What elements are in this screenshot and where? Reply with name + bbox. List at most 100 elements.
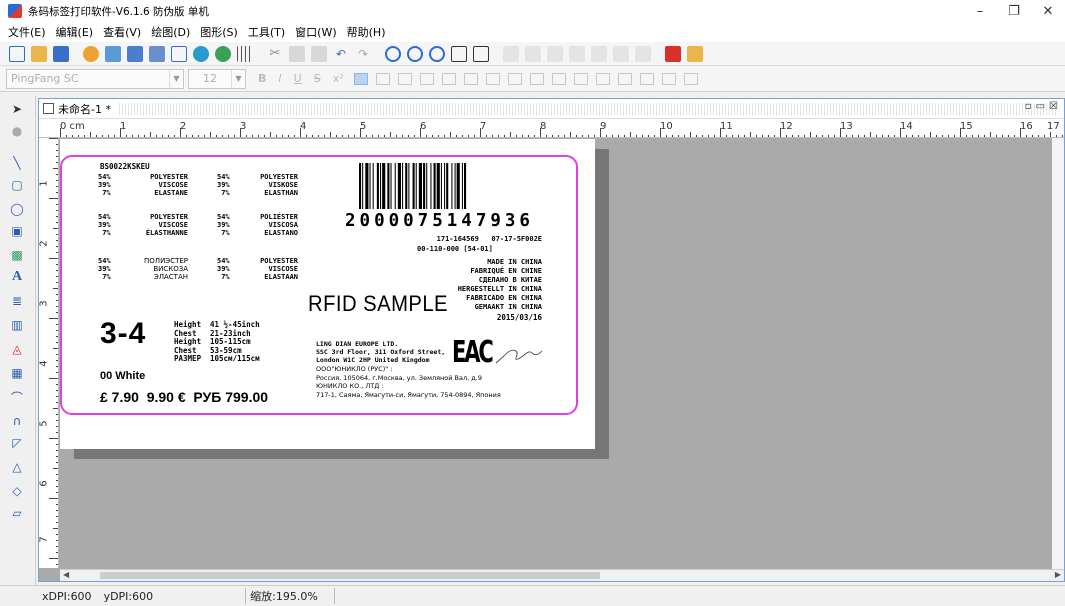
menu-edit[interactable]: 编辑(E) <box>56 24 94 40</box>
importer-address[interactable]: LING DIAN EUROPE LTD. SSC 3rd Floor, 311… <box>316 340 445 364</box>
fit-page-icon[interactable] <box>473 45 489 62</box>
size-value[interactable]: 3-4 <box>100 317 146 351</box>
composition-percent[interactable]: 54% 39% 7% <box>98 213 111 237</box>
scroll-right-icon[interactable]: ▶ <box>1055 570 1061 579</box>
new-document-icon[interactable] <box>9 45 25 62</box>
barcode[interactable] <box>357 163 543 211</box>
font-name-select[interactable]: PingFang SC ▼ <box>6 68 184 89</box>
grid-icon[interactable] <box>237 45 253 62</box>
qrcode-tool-icon[interactable]: ▦ <box>8 364 26 382</box>
align-right-icon[interactable] <box>525 45 541 62</box>
composition-spanish[interactable]: POLIÉSTER VISCOSA ELASTANO <box>242 213 298 237</box>
menu-window[interactable]: 窗口(W) <box>295 24 336 40</box>
composition-french[interactable]: POLYESTER VISCOSE ÉLASTHANNE <box>118 213 188 237</box>
composition-percent[interactable]: 54% 39% 7% <box>98 257 111 281</box>
fit-width-icon[interactable] <box>451 45 467 62</box>
doc-restore-button[interactable]: ▭ <box>1036 101 1049 112</box>
copy-icon[interactable] <box>289 45 305 62</box>
select-arrow-icon[interactable]: ➤ <box>8 100 26 118</box>
line-spacing-icon[interactable] <box>441 72 456 85</box>
composition-percent[interactable]: 54% 39% 7% <box>217 213 230 237</box>
save-icon[interactable] <box>53 45 69 62</box>
char-spacing-icon[interactable] <box>463 72 478 85</box>
restore-button[interactable]: ❐ <box>997 0 1031 22</box>
composition-percent[interactable]: 54% 39% 7% <box>217 173 230 197</box>
scroll-thumb[interactable] <box>100 572 600 579</box>
preview-icon[interactable] <box>171 45 187 62</box>
group-icon[interactable] <box>591 45 607 62</box>
doc-minimize-button[interactable]: ▫ <box>1025 101 1036 112</box>
ellipse-tool-icon[interactable]: ◯ <box>8 200 26 218</box>
vertical-scrollbar[interactable] <box>1052 138 1064 569</box>
menu-file[interactable]: 文件(E) <box>8 24 46 40</box>
chevron-down-icon[interactable]: ▼ <box>169 69 183 88</box>
rfid-tool-icon[interactable]: ◬ <box>8 340 26 358</box>
zoom-out-icon[interactable] <box>407 45 423 62</box>
composition-russian[interactable]: ПОЛИЭСТЕР ВИСКОЗА ЭЛАСТАН <box>122 257 188 281</box>
label-frame[interactable]: BS0022KSKEU 54% 39% 7% POLYESTER VISCOSE… <box>60 155 578 415</box>
italic-icon[interactable]: I <box>278 72 281 85</box>
undo-icon[interactable]: ↶ <box>333 46 349 62</box>
production-date[interactable]: 2015/03/16 <box>462 314 542 322</box>
rfid-sample-title[interactable]: RFID SAMPLE <box>308 291 448 317</box>
strikethrough-icon[interactable]: S <box>314 72 321 85</box>
zoom-actual-icon[interactable] <box>429 45 445 62</box>
align-left-icon[interactable] <box>503 45 519 62</box>
horizontal-scrollbar[interactable]: ◀ ▶ <box>60 569 1064 581</box>
triangle-tool-icon[interactable]: △ <box>8 458 26 476</box>
line-tool-icon[interactable]: ╲ <box>8 154 26 172</box>
pdf-icon[interactable] <box>665 45 681 62</box>
text-cursor-icon[interactable] <box>617 72 632 85</box>
menu-draw[interactable]: 绘图(D) <box>151 24 190 40</box>
database-icon[interactable] <box>105 45 121 62</box>
superscript-icon[interactable]: x² <box>333 72 344 85</box>
composition-english[interactable]: POLYESTER VISCOSE ELASTANE <box>128 173 188 197</box>
curve-tool-icon[interactable]: ⌒ <box>8 388 26 406</box>
open-folder-icon[interactable] <box>31 45 47 62</box>
cut-icon[interactable]: ✂ <box>267 46 283 62</box>
rotate-right-icon[interactable] <box>661 72 676 85</box>
measurement-keys[interactable]: Height Chest Height Chest РАЗМЕР <box>174 320 201 364</box>
image-tool-icon[interactable]: ▣ <box>8 222 26 240</box>
align-bottom-icon[interactable] <box>569 45 585 62</box>
composition-percent[interactable]: 54% 39% 7% <box>217 257 230 281</box>
style-code[interactable]: BS0022KSKEU <box>100 163 150 171</box>
composition-dutch[interactable]: POLYESTER VISCOSE ELASTAAN <box>242 257 298 281</box>
paste-icon[interactable] <box>311 45 327 62</box>
barcode-tool-icon[interactable]: ▥ <box>8 316 26 334</box>
underline-icon[interactable]: U <box>294 72 302 85</box>
align-top-icon[interactable] <box>547 45 563 62</box>
data-source-icon[interactable] <box>193 45 209 62</box>
product-code-line[interactable]: 171-164569 07-17-5F002E <box>382 235 542 243</box>
picture-tool-icon[interactable]: ▩ <box>8 246 26 264</box>
doc-close-button[interactable]: ☒ <box>1049 101 1062 112</box>
web-icon[interactable] <box>215 45 231 62</box>
align-left-text-icon[interactable] <box>353 72 368 85</box>
product-code-line[interactable]: 00-110-000 [54-01] <box>417 245 493 253</box>
pan-icon[interactable]: ● <box>8 122 26 140</box>
line-style-icon[interactable] <box>595 72 610 85</box>
zoom-in-icon[interactable] <box>385 45 401 62</box>
russian-japanese-address[interactable]: ООО"ЮНИКЛО (РУС)" : Россия, 105064, г.Мо… <box>316 365 501 399</box>
price-line[interactable]: £ 7.90 9.90 € РУБ 799.00 <box>100 389 268 405</box>
measurement-values[interactable]: 41 ½-45inch 21-23inch 105-115cm 53-59cm … <box>210 320 260 364</box>
minimize-button[interactable]: – <box>963 0 997 22</box>
redo-icon[interactable]: ↷ <box>355 46 371 62</box>
menu-tools[interactable]: 工具(T) <box>248 24 285 40</box>
parallelogram-tool-icon[interactable]: ▱ <box>8 504 26 522</box>
flip-icon[interactable] <box>683 72 698 85</box>
text-bottom-icon[interactable] <box>529 72 544 85</box>
menu-shape[interactable]: 图形(S) <box>200 24 238 40</box>
signature-image[interactable] <box>494 343 544 367</box>
composition-german[interactable]: POLYESTER VISKOSE ELASTHAN <box>242 173 298 197</box>
border-icon[interactable] <box>551 72 566 85</box>
ungroup-icon[interactable] <box>613 45 629 62</box>
chevron-down-icon[interactable]: ▼ <box>231 69 245 88</box>
color-name[interactable]: 00 White <box>100 370 145 382</box>
scroll-left-icon[interactable]: ◀ <box>63 570 69 579</box>
close-button[interactable]: ✕ <box>1031 0 1065 22</box>
text-middle-icon[interactable] <box>507 72 522 85</box>
rectangle-tool-icon[interactable]: ▢ <box>8 176 26 194</box>
diamond-tool-icon[interactable]: ◇ <box>8 482 26 500</box>
justify-text-icon[interactable] <box>419 72 434 85</box>
